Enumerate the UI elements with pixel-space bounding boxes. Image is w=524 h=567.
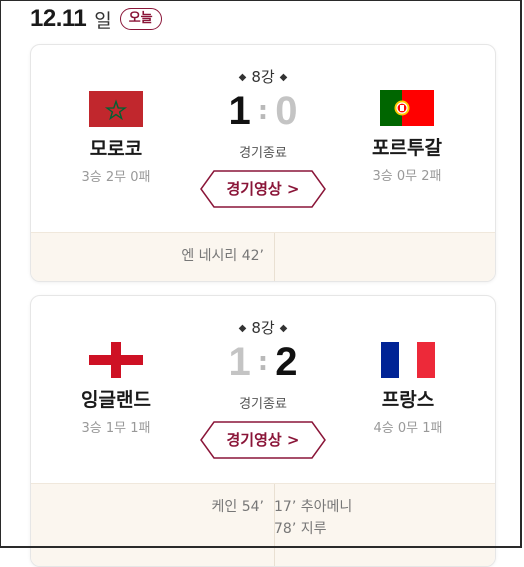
chevron-right-icon: > [286,180,300,198]
highlight-video-button[interactable]: 경기영상 > [200,170,326,208]
date-weekday: 일 [94,9,112,32]
goal-item: 엔 네시리 42’ [181,248,264,264]
home-score: 1 [228,89,251,133]
team-record: 3승 0무 2패 [372,169,442,184]
diamond-icon: ◆ [238,72,247,83]
match-card-england-france[interactable]: ◆ 8강 ◆ 잉글랜드 3승 1무 1패 프랑스 4승 0무 1패 1:2 경기종료 [30,295,496,567]
today-badge[interactable]: 오늘 [119,8,162,30]
stage-label: 8강 [251,319,275,337]
home-score: 1 [228,340,251,384]
highlight-video-button[interactable]: 경기영상 > [200,421,326,459]
goal-item: 17’ 추아메니 [274,499,353,515]
stage-label: 8강 [251,68,275,86]
match-stage: ◆ 8강 ◆ [31,317,495,338]
match-score: 1:2 [31,342,495,382]
goal-divider [274,233,275,281]
diamond-icon: ◆ [279,323,288,334]
diamond-icon: ◆ [238,323,247,334]
highlight-video-label: 경기영상 > [226,180,300,198]
away-team[interactable]: 포르투갈 3승 0무 2패 [332,90,482,184]
team-record: 3승 1무 1패 [81,421,151,436]
score-colon: : [257,96,269,126]
date-header: 12.11 일 오늘 [30,5,162,33]
goal-item: 78’ 지루 [274,521,327,537]
highlight-video-label: 경기영상 > [226,431,300,449]
date-value: 12.11 [30,5,87,32]
match-status: 경기종료 [239,397,287,412]
match-stage: ◆ 8강 ◆ [31,66,495,87]
diamond-icon: ◆ [279,72,288,83]
away-goal-list: 17’ 추아메니 78’ 지루 [274,496,352,540]
chevron-right-icon: > [286,431,300,449]
home-goal-list: 엔 네시리 42’ [31,245,264,267]
score-colon: : [257,347,269,377]
goal-scorers: 케인 54’ 17’ 추아메니 78’ 지루 [31,483,495,566]
away-score: 2 [275,340,298,384]
team-name: 포르투갈 [372,137,442,159]
goal-item: 케인 54’ [211,499,264,515]
team-record: 3승 2무 0패 [81,170,151,185]
home-goal-list: 케인 54’ [31,496,264,518]
goal-scorers: 엔 네시리 42’ [31,232,495,281]
away-score: 0 [275,89,298,133]
team-record: 4승 0무 1패 [373,421,443,436]
portugal-flag-icon [380,90,434,126]
